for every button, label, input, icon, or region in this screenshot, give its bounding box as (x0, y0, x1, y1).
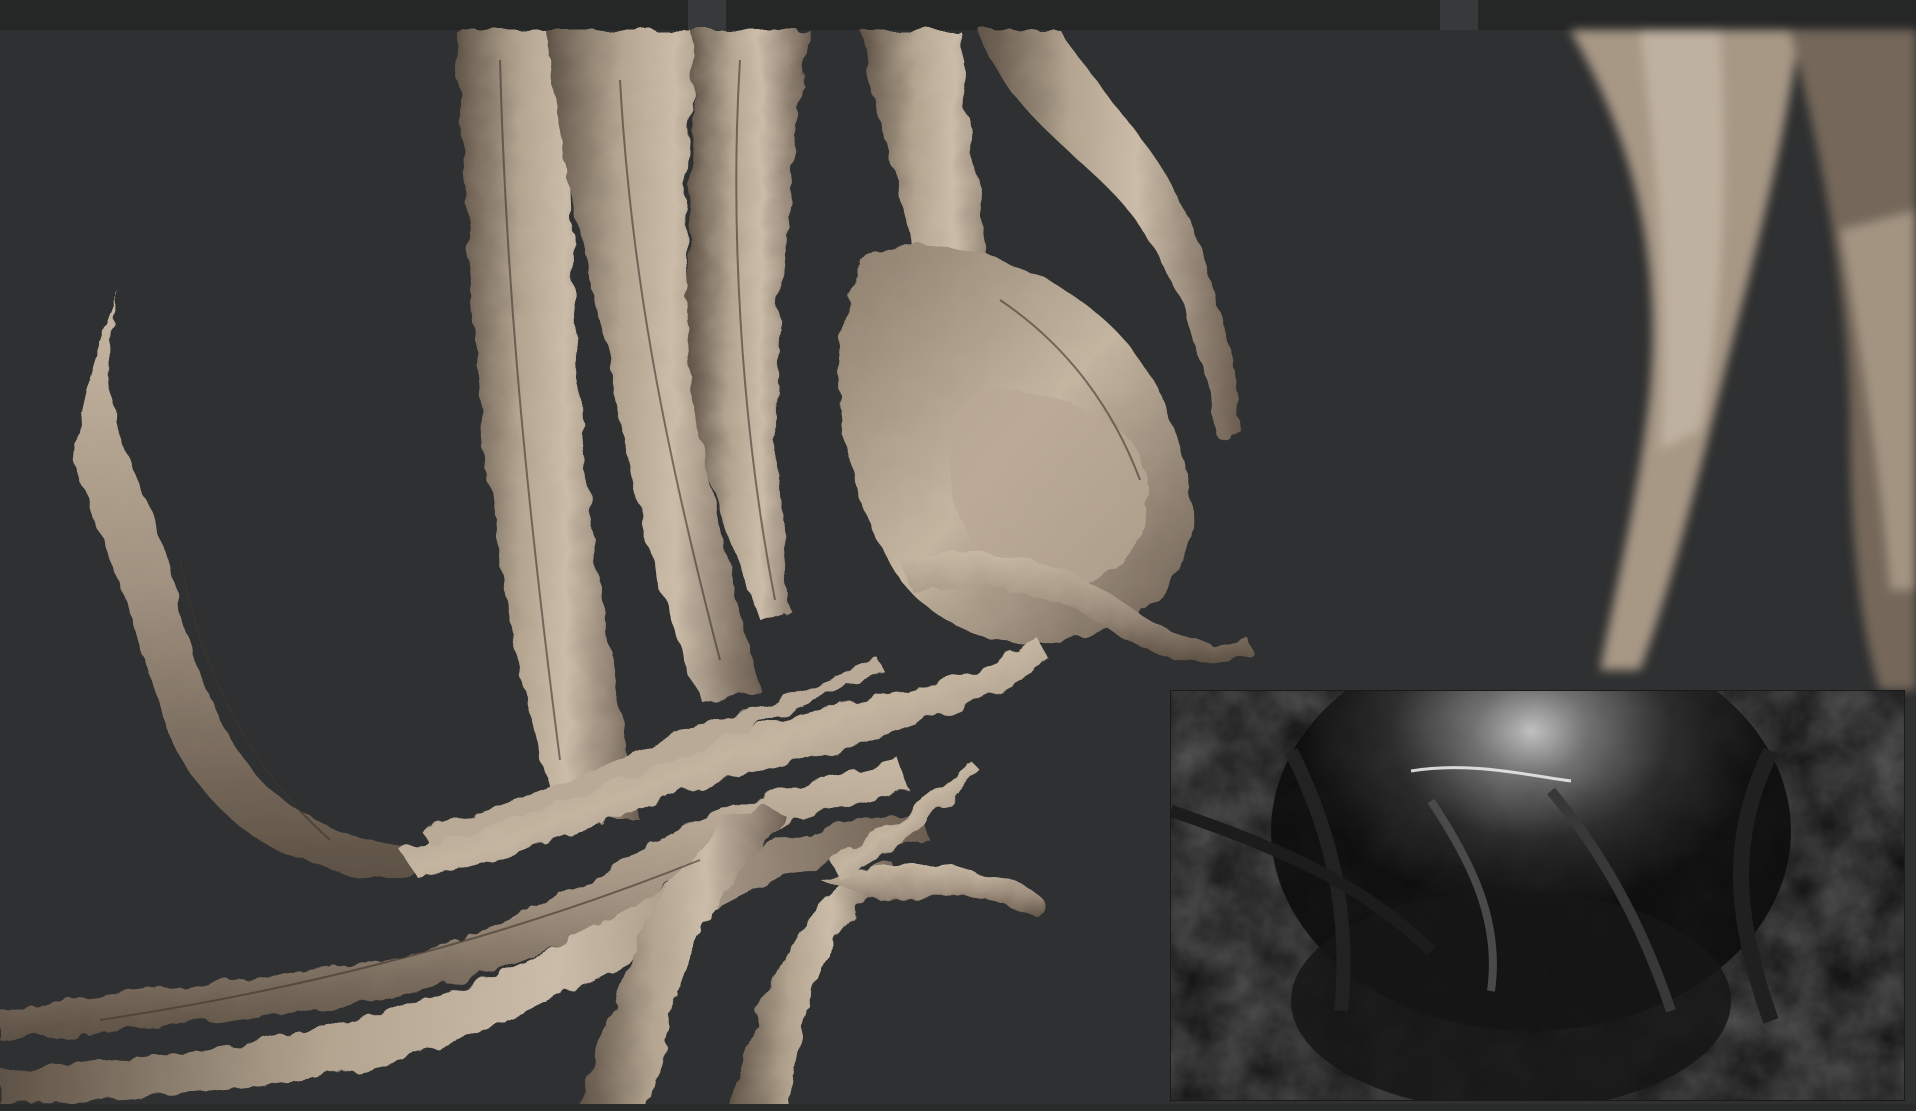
cave-lit-render (1170, 690, 1905, 1101)
root-closeup-render (1570, 30, 1916, 690)
sculpt-viewport[interactable] (0, 0, 1916, 1111)
bottom-status-strip (0, 1104, 1916, 1111)
toolbar-tab[interactable] (1440, 0, 1478, 30)
